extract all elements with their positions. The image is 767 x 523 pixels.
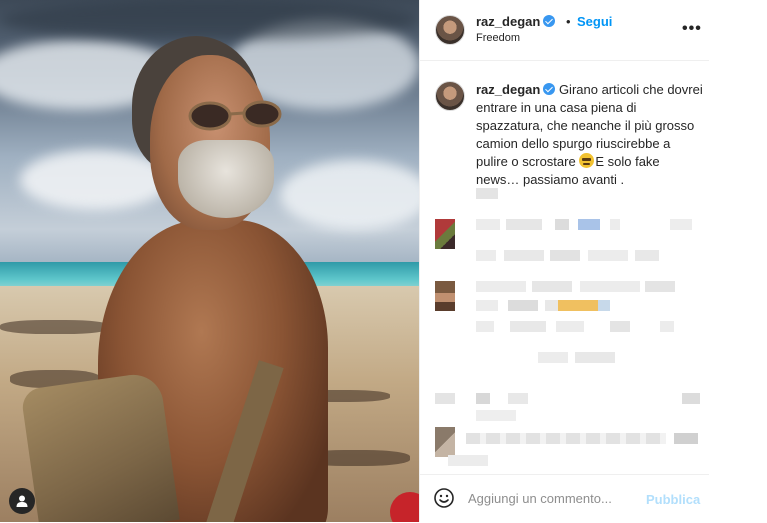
blurred-text xyxy=(508,300,538,311)
avatar[interactable] xyxy=(435,81,465,111)
blurred-text xyxy=(545,300,559,311)
blurred-text xyxy=(682,393,700,404)
blurred-time xyxy=(476,188,498,199)
comment-input[interactable] xyxy=(468,487,638,509)
blurred-text xyxy=(504,250,544,261)
emoji-icon[interactable] xyxy=(434,488,454,508)
blurred-avatar xyxy=(435,219,455,249)
blurred-text xyxy=(610,321,630,332)
caption-text: raz_degan Girano articoli che dovrei ent… xyxy=(476,81,704,189)
comment-bar: Pubblica xyxy=(420,474,710,523)
blurred-text xyxy=(635,250,659,261)
sunglasses xyxy=(188,100,282,131)
post-details-panel: raz_degan • Segui Freedom ••• raz_degan … xyxy=(419,0,710,522)
blurred-text xyxy=(660,321,674,332)
shoulder-bag xyxy=(20,370,180,522)
user-tag-icon xyxy=(16,495,28,507)
blurred-avatar xyxy=(435,427,455,457)
blurred-text xyxy=(580,281,640,292)
blurred-text xyxy=(476,410,516,421)
blurred-text xyxy=(476,300,498,311)
post-header: raz_degan • Segui Freedom ••• xyxy=(420,0,710,61)
blurred-text xyxy=(466,433,666,444)
avatar[interactable] xyxy=(435,15,465,45)
location-link[interactable]: Freedom xyxy=(476,32,520,44)
blurred-emoji xyxy=(558,300,598,311)
follow-button[interactable]: Segui xyxy=(577,14,612,29)
blurred-text xyxy=(476,393,490,404)
blurred-emoji xyxy=(598,300,610,311)
blurred-text xyxy=(575,352,615,363)
man-beard xyxy=(178,140,274,218)
blurred-text xyxy=(448,455,488,466)
publish-button[interactable]: Pubblica xyxy=(646,492,700,507)
blurred-text xyxy=(670,219,692,230)
blurred-text xyxy=(510,321,546,332)
blurred-text xyxy=(476,250,496,261)
blurred-text xyxy=(578,219,600,230)
blurred-avatar xyxy=(435,281,455,311)
more-options-icon[interactable]: ••• xyxy=(682,20,702,38)
blurred-text xyxy=(476,281,526,292)
seaweed xyxy=(0,320,110,334)
blurred-text xyxy=(645,281,675,292)
blurred-text xyxy=(476,321,494,332)
username-link[interactable]: raz_degan xyxy=(476,14,540,29)
sunglasses-emoji-icon xyxy=(579,153,595,168)
blurred-text xyxy=(538,352,568,363)
blurred-text xyxy=(610,219,620,230)
user-tag-button[interactable] xyxy=(9,488,35,514)
verified-badge-icon xyxy=(543,15,556,27)
blurred-text xyxy=(555,219,569,230)
blurred-text xyxy=(435,393,455,404)
blurred-text xyxy=(588,250,628,261)
post-photo[interactable] xyxy=(0,0,419,522)
blurred-text xyxy=(674,433,698,444)
dark-cloud xyxy=(0,0,419,40)
blurred-text xyxy=(508,393,528,404)
separator-dot: • xyxy=(566,14,571,29)
verified-badge-icon xyxy=(543,83,556,95)
blurred-text xyxy=(550,250,580,261)
blurred-text xyxy=(556,321,584,332)
page-background xyxy=(709,0,767,522)
header-username[interactable]: raz_degan xyxy=(476,14,556,29)
blurred-text xyxy=(506,219,542,230)
caption-block: raz_degan Girano articoli che dovrei ent… xyxy=(420,61,710,187)
blurred-text xyxy=(532,281,572,292)
blurred-text xyxy=(476,219,500,230)
caption-username[interactable]: raz_degan xyxy=(476,82,540,97)
cloud xyxy=(280,160,419,230)
